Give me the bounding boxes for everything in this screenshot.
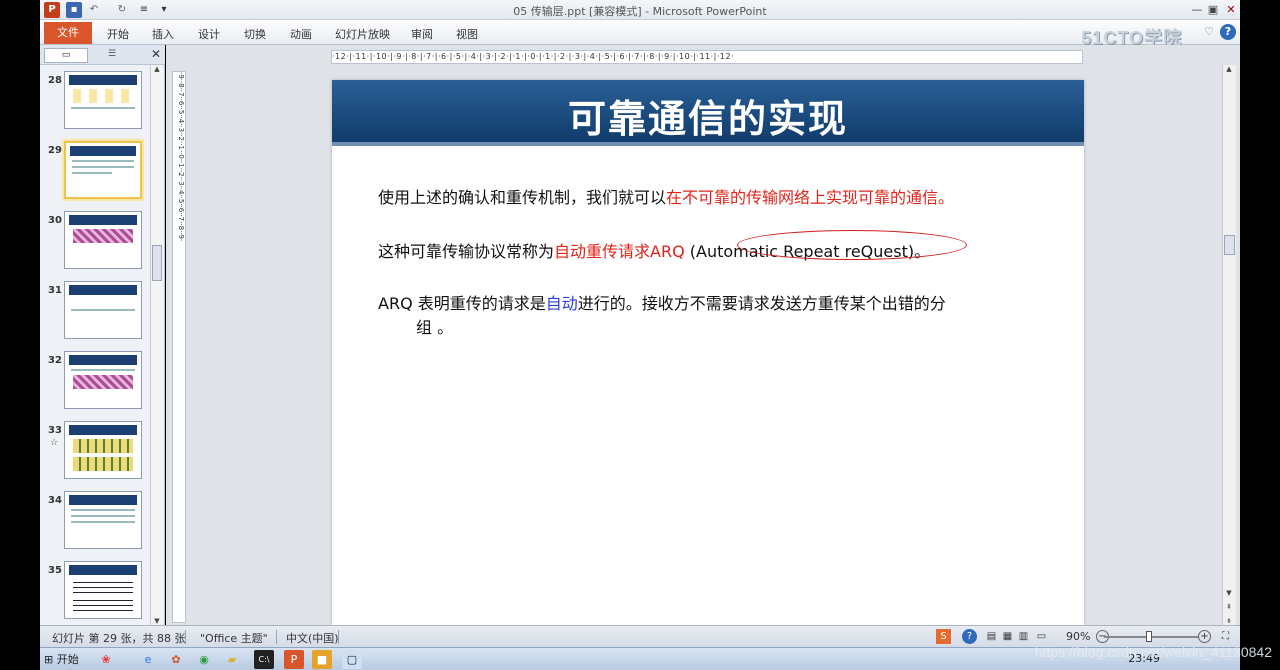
- slide-thumbnail[interactable]: [64, 421, 142, 479]
- maximize-button[interactable]: ▣: [1204, 2, 1222, 18]
- ink-annotation: [737, 230, 967, 260]
- blog-watermark: https://blog.csdn.net/weixin_41130842: [1034, 644, 1272, 660]
- tab-file[interactable]: 文件: [44, 22, 92, 44]
- divider: [276, 630, 277, 644]
- tab-outline[interactable]: ☰: [90, 48, 134, 63]
- start-button[interactable]: ⊞ 开始: [44, 650, 92, 669]
- scroll-up-icon[interactable]: ▲: [151, 65, 163, 73]
- thumbnail-number: 35: [48, 565, 62, 576]
- thumbnail-number: 28: [48, 75, 62, 86]
- slide-thumbnail[interactable]: [64, 561, 142, 619]
- tab-view[interactable]: 视图: [456, 26, 478, 42]
- tab-review[interactable]: 审阅: [411, 26, 433, 42]
- thumbnail-number: 31: [48, 285, 62, 296]
- window-title: 05 传输层.ppt [兼容模式] - Microsoft PowerPoint: [513, 5, 767, 18]
- vertical-ruler-marks: ·9··8··7··6··5··4··3··2··1··0··1··2··3··…: [177, 72, 185, 242]
- title-bar: P ▪ ↶ ↻ ≡ ▾ 05 传输层.ppt [兼容模式] - Microsof…: [40, 0, 1240, 20]
- tab-animations[interactable]: 动画: [290, 26, 312, 42]
- next-slide-icon[interactable]: ⇟: [1223, 617, 1235, 625]
- app-icon[interactable]: ✿: [166, 650, 186, 669]
- thumbnail-number: 29: [48, 145, 62, 156]
- app-tray-icon[interactable]: ❀: [96, 650, 116, 669]
- para3-text: ARQ 表明重传的请求是: [378, 294, 546, 313]
- slide-title[interactable]: 可靠通信的实现: [332, 88, 1084, 143]
- thumbnail-number: 34: [48, 495, 62, 506]
- slide-thumbnail[interactable]: [64, 211, 142, 269]
- ribbon-tabs: 文件 开始 插入 设计 切换 动画 幻灯片放映 审阅 视图 51CTO学院 ♡ …: [40, 20, 1240, 48]
- collapse-ribbon-icon[interactable]: ♡: [1204, 25, 1214, 38]
- thumbnail-number: 33: [48, 425, 62, 436]
- slide-title-banner: 可靠通信的实现: [332, 80, 1084, 146]
- zoom-in-button[interactable]: +: [1198, 630, 1211, 643]
- slide-canvas[interactable]: 可靠通信的实现 使用上述的确认和重传机制，我们就可以在不可靠的传输网络上实现可靠…: [332, 80, 1084, 625]
- para2-paren: (: [684, 242, 697, 261]
- folder-icon[interactable]: ▰: [222, 650, 242, 669]
- tab-transitions[interactable]: 切换: [244, 26, 266, 42]
- slide-paragraph-3[interactable]: ARQ 表明重传的请求是自动进行的。接收方不需要请求发送方重传某个出错的分 组 …: [378, 292, 946, 340]
- powerpoint-taskbar-icon[interactable]: P: [284, 650, 304, 669]
- tab-slideshow[interactable]: 幻灯片放映: [335, 26, 390, 42]
- slide-thumbnail[interactable]: [64, 71, 142, 129]
- divider: [185, 630, 186, 644]
- tab-design[interactable]: 设计: [198, 26, 220, 42]
- slide-thumbnail-selected[interactable]: [64, 141, 142, 199]
- para1-text: 使用上述的确认和重传机制，我们就可以: [378, 188, 667, 207]
- para2-highlight: 自动重传请求ARQ: [554, 242, 685, 261]
- slide-thumbnail[interactable]: [64, 281, 142, 339]
- view-sorter-icon[interactable]: ▦: [1000, 629, 1015, 644]
- slide-paragraph-1[interactable]: 使用上述的确认和重传机制，我们就可以在不可靠的传输网络上实现可靠的通信。: [378, 184, 954, 208]
- slide-count: 幻灯片 第 29 张，共 88 张: [52, 632, 186, 645]
- slide-thumbnail-pane: ▭ ☰ ✕ 28 29 30 31 32 33 ☆ 34 35 ▲ ▼: [40, 45, 165, 625]
- browser-chrome-icon[interactable]: ◉: [194, 650, 214, 669]
- scroll-down-icon[interactable]: ▼: [1223, 589, 1235, 597]
- tab-home[interactable]: 开始: [107, 26, 129, 42]
- start-label: 开始: [56, 653, 79, 666]
- para2-text: 这种可靠传输协议常称为: [378, 242, 555, 261]
- animation-star-icon: ☆: [50, 438, 59, 448]
- scrollbar-thumb[interactable]: [1224, 235, 1235, 255]
- tab-slides[interactable]: ▭: [44, 48, 88, 63]
- window-icon[interactable]: ▢: [342, 650, 362, 669]
- scrollbar-thumb[interactable]: [152, 245, 162, 281]
- zoom-slider-handle[interactable]: [1146, 631, 1152, 642]
- previous-slide-icon[interactable]: ⇞: [1223, 603, 1235, 611]
- help-icon[interactable]: ?: [962, 629, 977, 644]
- slide-thumbnail[interactable]: [64, 351, 142, 409]
- browser-ie-icon[interactable]: e: [138, 650, 158, 669]
- view-normal-icon[interactable]: ▤: [984, 629, 999, 644]
- slide-thumbnail[interactable]: [64, 491, 142, 549]
- view-reading-icon[interactable]: ▥: [1016, 629, 1031, 644]
- vertical-ruler: ·9··8··7··6··5··4··3··2··1··0··1··2··3··…: [172, 71, 186, 623]
- editor-scrollbar[interactable]: ▲ ▼ ⇞ ⇟: [1222, 65, 1236, 625]
- horizontal-ruler: ·12·|·11·|·10·|·9·|·8·|·7·|·6·|·5·|·4·|·…: [331, 50, 1083, 64]
- para3-text-cont: 进行的。接收方不需要请求发送方重传某个出错的分: [577, 294, 946, 313]
- pane-tabs: ▭ ☰ ✕: [40, 45, 165, 65]
- app-icon[interactable]: ■: [312, 650, 332, 669]
- close-icon[interactable]: ✕: [151, 47, 161, 61]
- scroll-down-icon[interactable]: ▼: [151, 617, 163, 625]
- thumbnail-number: 30: [48, 215, 62, 226]
- thumbnail-scrollbar[interactable]: ▲ ▼: [150, 65, 162, 625]
- para3-highlight: 自动: [545, 294, 578, 313]
- close-button[interactable]: ✕: [1222, 2, 1240, 18]
- slide-editor: ·12·|·11·|·10·|·9·|·8·|·7·|·6·|·5·|·4·|·…: [166, 45, 1240, 625]
- tab-insert[interactable]: 插入: [152, 26, 174, 42]
- theme-name[interactable]: "Office 主题": [200, 630, 268, 646]
- addin-icon[interactable]: S: [936, 629, 951, 644]
- divider: [338, 630, 339, 644]
- scroll-up-icon[interactable]: ▲: [1223, 65, 1235, 73]
- zoom-level[interactable]: 90%: [1066, 630, 1090, 643]
- para3-text-wrap: 组 。: [416, 318, 454, 337]
- view-slideshow-icon[interactable]: ▭: [1034, 629, 1049, 644]
- terminal-icon[interactable]: C:\: [254, 650, 274, 669]
- para1-highlight: 在不可靠的传输网络上实现可靠的通信。: [666, 188, 955, 207]
- language-indicator[interactable]: 中文(中国): [286, 630, 339, 646]
- thumbnail-number: 32: [48, 355, 62, 366]
- fit-to-window-icon[interactable]: ⛶: [1218, 629, 1233, 644]
- help-icon[interactable]: ?: [1220, 24, 1236, 40]
